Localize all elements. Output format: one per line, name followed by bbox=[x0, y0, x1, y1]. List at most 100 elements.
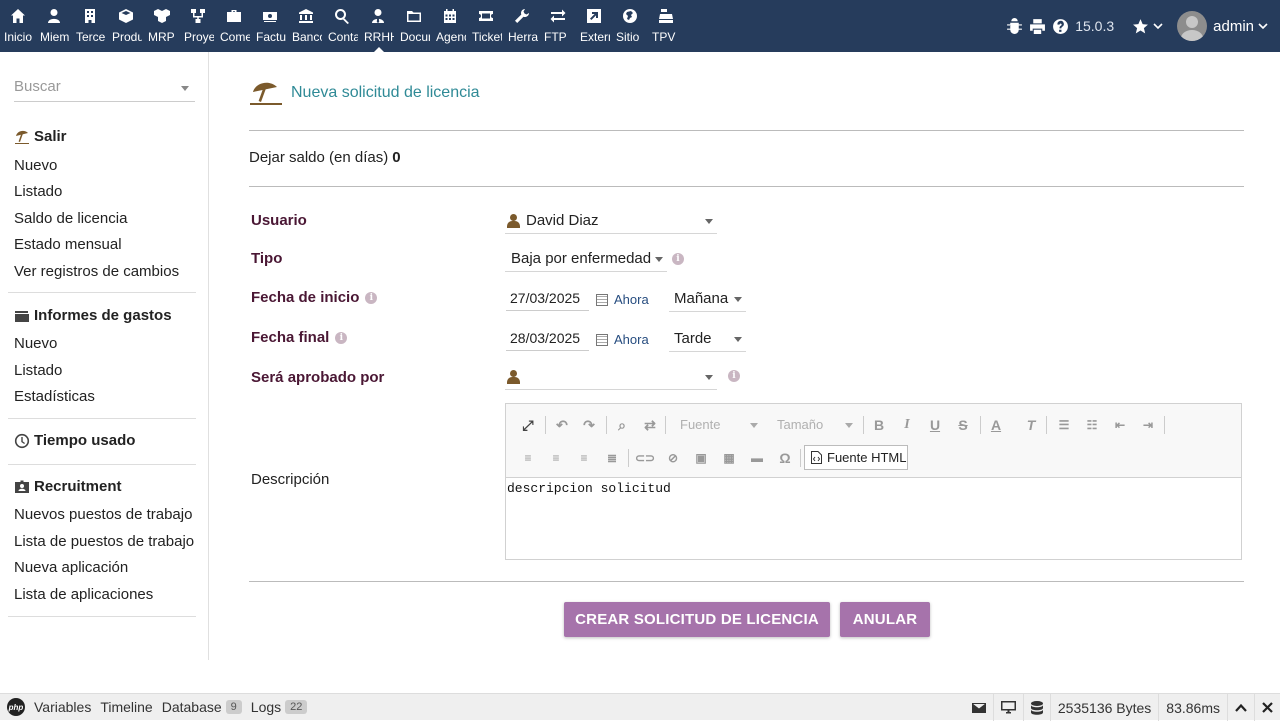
nav-facturacion[interactable]: Facturación bbox=[252, 0, 288, 52]
nav-sitio[interactable]: Sitio bbox=[612, 0, 648, 52]
nav-agenda[interactable]: Agenda bbox=[432, 0, 468, 52]
align-center-icon[interactable]: ≡ bbox=[545, 447, 567, 469]
sidebar-item-lista-puestos[interactable]: Lista de puestos de trabajo bbox=[14, 533, 194, 550]
replace-icon[interactable]: ⇄ bbox=[639, 414, 661, 436]
bold-icon[interactable]: B bbox=[868, 414, 890, 436]
fecha-final-half-select[interactable]: Tarde bbox=[669, 326, 746, 352]
username[interactable]: admin bbox=[1213, 18, 1254, 35]
fecha-final-input[interactable]: 28/03/2025 bbox=[506, 327, 589, 351]
sidebar-item-nueva-aplicacion[interactable]: Nueva aplicación bbox=[14, 559, 128, 576]
sidebar-item-saldo-licencia[interactable]: Saldo de licencia bbox=[14, 210, 127, 227]
nav-productos[interactable]: Productos bbox=[108, 0, 144, 52]
font-family-select[interactable]: Fuente bbox=[680, 414, 762, 436]
info-icon[interactable]: i bbox=[335, 331, 348, 344]
sidebar-item-nuevo[interactable]: Nuevo bbox=[14, 157, 57, 174]
sidebar-section-recruitment[interactable]: Recruitment bbox=[14, 478, 122, 495]
sidebar-item-nuevo-gasto[interactable]: Nuevo bbox=[14, 335, 57, 352]
nav-contabilidad[interactable]: Contabilidad bbox=[324, 0, 360, 52]
horizontal-rule-icon[interactable]: ▬ bbox=[746, 447, 768, 469]
justify-icon[interactable]: ≣ bbox=[601, 447, 623, 469]
strike-icon[interactable]: S bbox=[952, 414, 974, 436]
sidebar-section-salir[interactable]: Salir bbox=[14, 128, 67, 145]
cancel-button[interactable]: ANULAR bbox=[840, 602, 930, 637]
numbered-list-icon[interactable]: ☰ bbox=[1053, 414, 1075, 436]
debug-tab-logs[interactable]: Logs 22 bbox=[251, 699, 308, 715]
sidebar-item-listado-gastos[interactable]: Listado bbox=[14, 362, 62, 379]
maximize-icon[interactable]: ⤢ bbox=[517, 414, 539, 436]
debug-tab-variables[interactable]: Variables bbox=[34, 699, 91, 715]
redo-icon[interactable]: ↷ bbox=[578, 414, 600, 436]
aprobado-select[interactable] bbox=[505, 364, 717, 390]
nav-proyectos[interactable]: Proyectos bbox=[180, 0, 216, 52]
unlink-icon[interactable]: ⊘ bbox=[662, 447, 684, 469]
info-icon[interactable]: i bbox=[365, 291, 378, 304]
nav-tickets[interactable]: Tickets bbox=[468, 0, 504, 52]
avatar[interactable] bbox=[1177, 11, 1208, 41]
sidebar-item-listado[interactable]: Listado bbox=[14, 183, 62, 200]
special-char-icon[interactable]: Ω bbox=[774, 447, 796, 469]
calendar-icon[interactable] bbox=[596, 294, 608, 306]
table-icon[interactable]: ▦ bbox=[718, 447, 740, 469]
bug-icon[interactable] bbox=[1006, 17, 1023, 35]
database-icon[interactable] bbox=[1022, 694, 1050, 721]
indent-icon[interactable]: ⇥ bbox=[1137, 414, 1159, 436]
link-icon[interactable]: ⊂⊃ bbox=[634, 447, 656, 469]
image-icon[interactable]: ▣ bbox=[690, 447, 712, 469]
debug-tab-timeline[interactable]: Timeline bbox=[100, 699, 152, 715]
nav-herramientas[interactable]: Herramientas bbox=[504, 0, 540, 52]
underline-icon[interactable]: U bbox=[924, 414, 946, 436]
desktop-icon[interactable] bbox=[992, 694, 1023, 721]
php-logo-icon[interactable]: php bbox=[7, 698, 25, 716]
align-left-icon[interactable]: ≡ bbox=[517, 447, 539, 469]
sidebar-item-lista-aplicaciones[interactable]: Lista de aplicaciones bbox=[14, 586, 153, 603]
description-textarea[interactable]: descripcion solicitud bbox=[506, 479, 1241, 559]
nav-terceros[interactable]: Terceros bbox=[72, 0, 108, 52]
close-icon[interactable] bbox=[1254, 694, 1280, 721]
info-icon[interactable]: i bbox=[728, 370, 740, 382]
nav-bancos[interactable]: Bancos bbox=[288, 0, 324, 52]
outdent-icon[interactable]: ⇤ bbox=[1109, 414, 1131, 436]
italic-icon[interactable]: I bbox=[896, 414, 918, 436]
sidebar-item-registros-cambios[interactable]: Ver registros de cambios bbox=[14, 263, 179, 280]
debug-tab-database[interactable]: Database 9 bbox=[162, 699, 242, 715]
nav-ftp[interactable]: FTP bbox=[540, 0, 576, 52]
help-icon[interactable] bbox=[1052, 18, 1069, 35]
fecha-inicio-now-link[interactable]: Ahora bbox=[614, 292, 649, 307]
chevron-up-icon[interactable] bbox=[1227, 694, 1254, 721]
bulleted-list-icon[interactable]: ☷ bbox=[1081, 414, 1103, 436]
create-leave-request-button[interactable]: CREAR SOLICITUD DE LICENCIA bbox=[564, 602, 830, 637]
nav-comercial[interactable]: Comercial bbox=[216, 0, 252, 52]
fecha-final-now-link[interactable]: Ahora bbox=[614, 332, 649, 347]
fecha-inicio-input[interactable]: 27/03/2025 bbox=[506, 287, 589, 311]
undo-icon[interactable]: ↶ bbox=[551, 414, 573, 436]
text-color-icon[interactable]: A bbox=[985, 414, 1007, 436]
info-icon[interactable]: i bbox=[672, 253, 684, 265]
chevron-down-icon[interactable] bbox=[1258, 21, 1268, 31]
envelope-icon[interactable] bbox=[965, 694, 993, 721]
clear-format-icon[interactable]: T bbox=[1020, 414, 1042, 436]
sidebar-section-gastos[interactable]: Informes de gastos bbox=[14, 307, 172, 324]
nav-externo[interactable]: Externo bbox=[576, 0, 612, 52]
nav-documentos[interactable]: Documentos bbox=[396, 0, 432, 52]
nav-mrp[interactable]: MRP bbox=[144, 0, 180, 52]
find-icon[interactable]: ⌕ bbox=[611, 414, 633, 436]
source-html-button[interactable]: Fuente HTML bbox=[804, 445, 908, 470]
sidebar-item-estado-mensual[interactable]: Estado mensual bbox=[14, 236, 122, 253]
fecha-inicio-half-select[interactable]: Mañana bbox=[669, 286, 746, 312]
tipo-select[interactable]: Baja por enfermedad bbox=[505, 246, 667, 272]
nav-miembros[interactable]: Miembros bbox=[36, 0, 72, 52]
calendar-icon[interactable] bbox=[596, 334, 608, 346]
nav-inicio[interactable]: Inicio bbox=[0, 0, 36, 52]
chevron-down-icon[interactable] bbox=[1153, 21, 1163, 31]
align-right-icon[interactable]: ≡ bbox=[573, 447, 595, 469]
sidebar-search-select[interactable]: Buscar bbox=[14, 78, 195, 102]
sidebar-section-tiempo[interactable]: Tiempo usado bbox=[14, 432, 135, 449]
sidebar-item-estadisticas[interactable]: Estadísticas bbox=[14, 388, 95, 405]
usuario-select[interactable]: David Diaz bbox=[505, 208, 717, 234]
print-icon[interactable] bbox=[1029, 18, 1046, 35]
bookmarks-star-icon[interactable] bbox=[1132, 18, 1149, 35]
font-size-select[interactable]: Tamaño bbox=[777, 414, 857, 436]
sidebar-item-nuevos-puestos[interactable]: Nuevos puestos de trabajo bbox=[14, 506, 192, 523]
nav-rrhh[interactable]: RRHH bbox=[360, 0, 396, 52]
nav-tpv[interactable]: TPV bbox=[648, 0, 684, 52]
